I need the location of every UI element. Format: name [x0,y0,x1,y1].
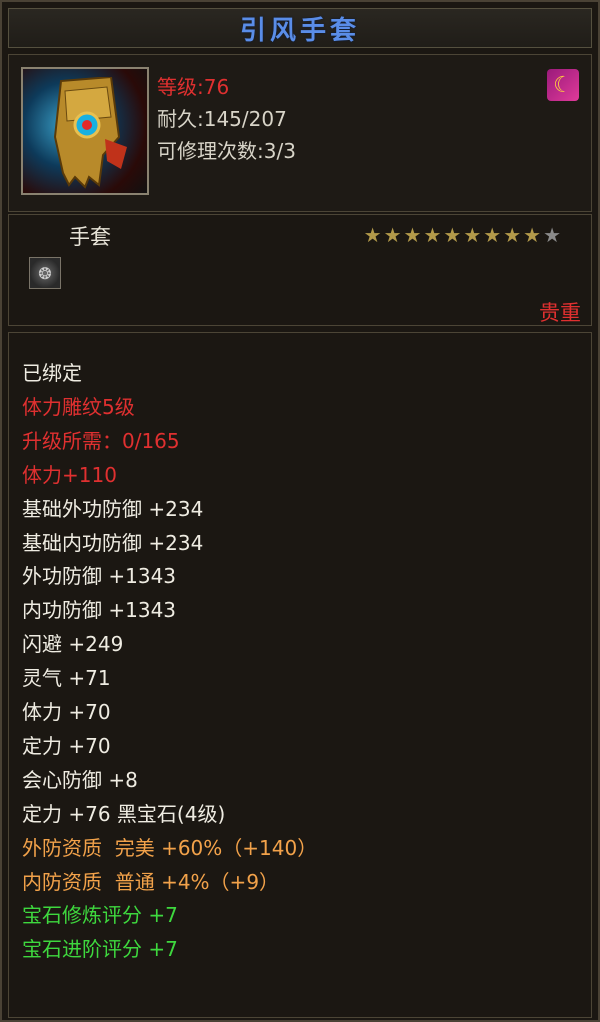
stat-line: 宝石进阶评分 +7 [22,937,178,962]
star-icon: ★ [363,223,382,247]
stat-line: 灵气 +71 [22,666,111,691]
durability: 耐久:145/207 [157,107,287,131]
item-icon-frame [21,67,149,195]
star-icon: ★ [443,223,462,247]
stat-line: 定力 +76 黑宝石(4级) [22,801,226,826]
stat-line: 宝石修炼评分 +7 [22,903,178,928]
stat-line: 基础外功防御 +234 [22,496,204,521]
stat-line: 体力雕纹5级 [22,394,135,419]
stat-line: 定力 +70 [22,733,111,758]
stat-line: 体力 +70 [22,700,111,724]
star-rating: ★ ★ ★ ★ ★ ★ ★ ★ ★ ★ [364,225,561,245]
school-emblem-icon: ☾ [547,69,579,101]
repair-count: 可修理次数:3/3 [157,139,296,163]
stat-line: 闪避 +249 [22,632,124,657]
gem-slot-icon[interactable]: ❂ [29,257,61,289]
item-header-section: 等级:76 耐久:145/207 可修理次数:3/3 ☾ [8,54,592,212]
star-icon: ★ [423,223,442,247]
star-icon: ★ [543,223,561,247]
stat-line: 会心防御 +8 [22,767,138,792]
item-name: 引风手套 [239,15,360,46]
stat-line: 外功防御 +1343 [22,564,177,589]
item-type: 手套 [69,225,111,249]
stat-line: 基础内功防御 +234 [22,530,204,555]
star-icon: ★ [523,223,542,247]
level-requirement: 等级:76 [157,75,230,99]
star-icon: ★ [503,223,522,247]
stat-line: 内功防御 +1343 [22,598,177,623]
quality-label: 贵重 [539,301,581,325]
title-bar: 引风手套 [8,8,592,48]
stat-line: 升级所需：0/165 [22,428,180,453]
item-tooltip: 引风手套 等级:76 耐久:145/207 可修理次数:3/3 ☾ 手套 ★ ★ ★… [0,0,600,1022]
star-icon: ★ [463,223,482,247]
star-icon: ★ [403,223,422,247]
stat-line: 外防资质 完美 +60%（+140） [22,835,318,860]
stat-line: 已绑定 [22,361,82,385]
item-type-section: 手套 ★ ★ ★ ★ ★ ★ ★ ★ ★ ★ ❂ 贵重 [8,214,592,326]
stat-line: 内防资质 普通 +4%（+9） [22,869,280,894]
stats-section: 已绑定体力雕纹5级升级所需：0/165 体力+110 基础外功防御 +234 基础内功… [8,332,592,1018]
star-icon: ★ [483,223,502,247]
gauntlet-icon [53,77,127,189]
star-icon: ★ [383,223,402,247]
stat-line: 体力+110 [22,462,117,487]
